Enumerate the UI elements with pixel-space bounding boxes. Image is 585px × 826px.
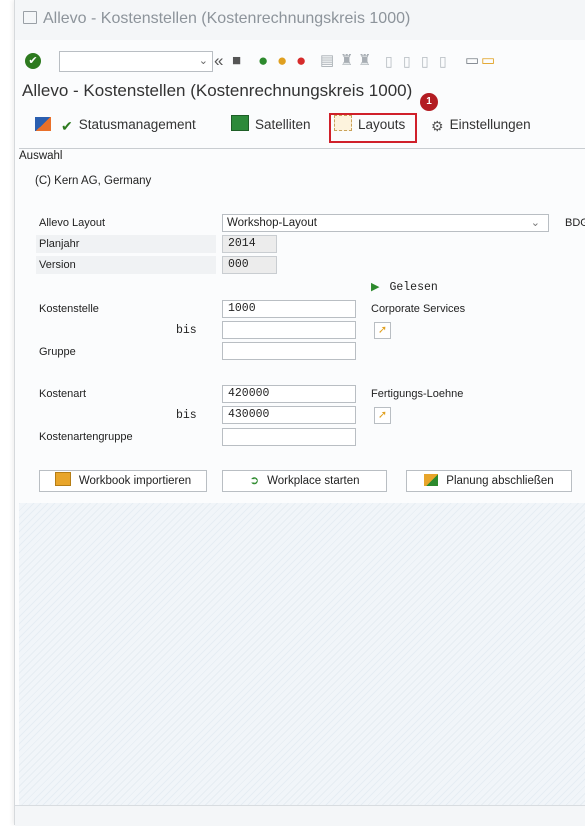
screen-title: Allevo - Kostenstellen (Kostenrechnungsk… [22,81,413,100]
layouts-highlight [329,113,417,143]
application-toolbar: ✔ Statusmanagement Satelliten Layouts ⚙ Ei… [15,110,585,140]
find-icon[interactable]: ♜ [340,51,353,71]
gruppe-label: Gruppe [39,346,76,358]
selection-screen: (C) Kern AG, Germany Allevo Layout Works… [19,163,585,503]
satellite-icon [231,115,249,131]
previous-page-icon[interactable]: ▯ [403,51,411,71]
save-icon[interactable]: ■ [232,51,241,71]
collapse-icon[interactable]: « [214,51,223,71]
callout-badge: 1 [420,93,438,111]
einstellungen-label: Einstellungen [449,117,531,132]
workplace-start-button[interactable]: ➲ Workplace starten [222,470,387,492]
window-title: Allevo - Kostenstellen (Kostenrechnungsk… [43,10,411,27]
cancel-icon[interactable]: ● [296,51,306,71]
empty-area [19,503,585,805]
export-button[interactable] [35,115,57,135]
layout-extra: BDGT [565,217,585,229]
multiple-selection-button[interactable]: ➚ [374,322,391,339]
version-label: Version [39,259,76,271]
first-page-icon[interactable]: ▯ [385,51,393,71]
gruppe-field[interactable] [222,342,356,360]
kostenart-bis-field[interactable]: 430000 [222,406,356,424]
statusmanagement-button[interactable]: ✔ Statusmanagement [61,115,196,135]
kostenartengruppe-field[interactable] [222,428,356,446]
planjahr-label: Planjahr [39,238,80,250]
last-page-icon[interactable]: ▯ [439,51,447,71]
kostenart-label: Kostenart [39,388,87,400]
sap-window: Allevo - Kostenstellen (Kostenrechnungsk… [14,0,585,826]
exit-icon[interactable]: ● [277,51,287,71]
planung-abschliessen-label: Planung abschließen [446,475,554,487]
multiple-selection-button-2[interactable]: ➚ [374,407,391,424]
print-icon[interactable]: ▤ [320,51,334,71]
planung-abschliessen-button[interactable]: Planung abschließen [406,470,572,492]
workbook-import-label: Workbook importieren [78,475,192,487]
kostenstelle-label: Kostenstelle [39,303,99,315]
shortcut-icon[interactable]: ▭ [481,51,495,71]
kostenart-field[interactable]: 420000 [222,385,356,403]
find-next-icon[interactable]: ♜ [358,51,371,71]
satelliten-button[interactable]: Satelliten [231,115,311,135]
next-page-icon[interactable]: ▯ [421,51,429,71]
section-title: Auswahl [19,150,63,162]
status-text: Gelesen [389,281,438,294]
workplace-start-label: Workplace starten [267,475,360,487]
system-toolbar: ✔ ⌄ « ■ ● ● ● ▤ ♜ ♜ ▯ ▯ ▯ ▯ ▭ ▭ [15,48,585,76]
planjahr-field: 2014 [222,235,277,253]
kostenartengruppe-label: Kostenartengruppe [39,431,133,443]
statusmanagement-label: Statusmanagement [78,117,196,132]
arrow-icon: ➚ [377,324,388,336]
complete-planning-icon [424,474,439,486]
copyright-text: (C) Kern AG, Germany [35,175,152,187]
enter-check-icon[interactable]: ✔ [25,53,41,69]
play-icon: ▶ [371,281,380,293]
chevron-down-icon[interactable]: ⌄ [531,215,540,231]
kostenstelle-field[interactable]: 1000 [222,300,356,318]
kostenstelle-description: Corporate Services [371,303,466,315]
section-header: Auswahl [19,148,585,164]
kostenart-description: Fertigungs-Loehne [371,388,464,400]
checkmark-icon: ✔ [61,118,73,134]
back-icon[interactable]: ● [258,51,268,71]
workbook-import-button[interactable]: Workbook importieren [39,470,207,492]
new-session-icon[interactable]: ▭ [465,51,479,71]
title-bar: Allevo - Kostenstellen (Kostenrechnungsk… [15,0,585,40]
bis-label: bis [176,324,197,337]
workplace-icon: ➲ [249,475,260,487]
command-field[interactable]: ⌄ [59,51,213,72]
status-bar [15,805,585,826]
layout-select-value: Workshop-Layout [227,217,317,229]
einstellungen-button[interactable]: ⚙ Einstellungen [431,115,531,135]
chevron-down-icon[interactable]: ⌄ [199,54,208,67]
window-icon [23,11,37,24]
satelliten-label: Satelliten [255,117,311,132]
bis-label-2: bis [176,409,197,422]
version-field: 000 [222,256,277,274]
layout-label: Allevo Layout [39,217,106,229]
settings-icon: ⚙ [431,118,444,134]
export-icon [35,117,51,131]
folder-icon [54,472,71,486]
arrow-icon: ➚ [377,409,388,421]
layout-select[interactable]: Workshop-Layout ⌄ [222,214,549,232]
kostenstelle-bis-field[interactable] [222,321,356,339]
